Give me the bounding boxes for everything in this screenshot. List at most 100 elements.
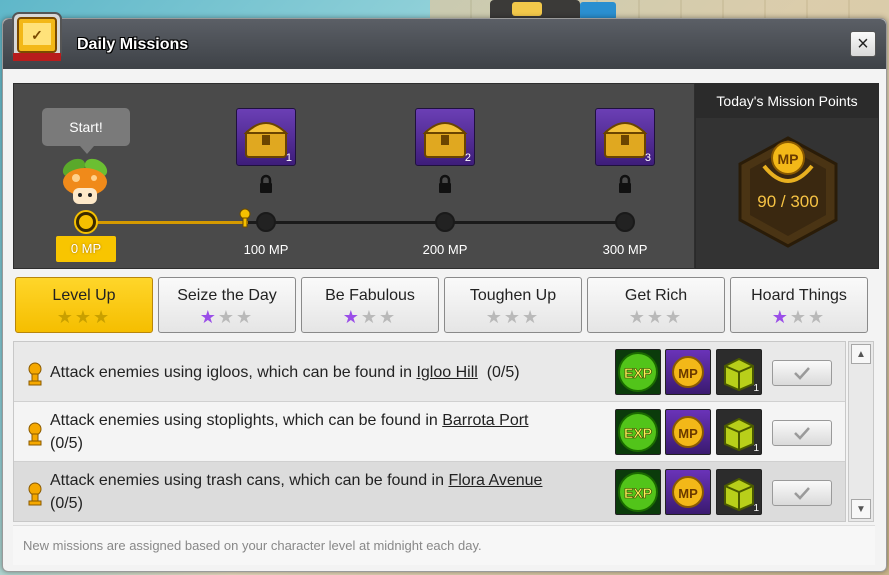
difficulty-stars: ★★★ (16, 308, 152, 326)
scroll-down-button[interactable]: ▼ (851, 499, 871, 519)
progress-line-filled (86, 221, 248, 224)
tab-label: Be Fabulous (325, 287, 415, 304)
svg-text:✓: ✓ (31, 27, 43, 43)
current-mp-label: 0 MP (56, 236, 116, 262)
difficulty-stars: ★★★ (731, 308, 867, 326)
close-icon: × (857, 32, 869, 55)
scroll-up-button[interactable]: ▲ (851, 344, 871, 364)
exp-label: EXP (624, 365, 652, 381)
chevron-down-icon: ▼ (856, 503, 866, 515)
milestone-node-3 (615, 212, 635, 232)
exp-icon: EXP (618, 472, 658, 512)
complete-mission-button[interactable] (772, 420, 832, 446)
trophy-icon (28, 482, 42, 506)
complete-mission-button[interactable] (772, 480, 832, 506)
background-towel (512, 2, 542, 16)
mission-list: Attack enemies using igloos, which can b… (13, 341, 846, 522)
milestone-label-2: 200 MP (422, 242, 468, 257)
tab-label: Toughen Up (469, 287, 557, 304)
daily-missions-window: ✓ Daily Missions × Start! 0 MP 1 100 MP … (2, 12, 887, 572)
mp-label: MP (678, 426, 698, 441)
trophy-icon (28, 362, 42, 386)
exp-icon: EXP (618, 352, 658, 392)
mission-text: Attack enemies using trash cans, which c… (50, 472, 449, 489)
reward-chest-1[interactable]: 1 (236, 108, 296, 166)
tab-label: Level Up (52, 287, 116, 304)
start-node (76, 212, 96, 232)
exp-reward: EXP (615, 469, 661, 515)
mushroom-mascot-icon (62, 158, 108, 204)
reward-count: 1 (753, 443, 759, 454)
milestone-label-3: 300 MP (602, 242, 648, 257)
reward-count: 1 (753, 383, 759, 394)
mission-row: Attack enemies using trash cans, which c… (14, 462, 845, 521)
checkmark-icon (794, 367, 810, 380)
chest-number: 3 (644, 152, 651, 164)
mission-description: Attack enemies using trash cans, which c… (50, 469, 550, 515)
mp-reward: MP (665, 469, 711, 515)
mission-progress: (0/5) (50, 435, 83, 452)
todays-mission-points-panel: Today's Mission Points MP 90 / 300 (695, 83, 879, 269)
tab-hoard-things[interactable]: Hoard Things ★★★ (730, 277, 868, 333)
tab-level-up[interactable]: Level Up ★★★ (15, 277, 153, 333)
mission-row: Attack enemies using stoplights, which c… (14, 402, 845, 462)
mp-reward: MP (665, 409, 711, 455)
star-icon: ★★ (217, 307, 255, 327)
reward-count: 1 (753, 503, 759, 514)
star-icon: ★★ (360, 307, 398, 327)
window-title: Daily Missions (77, 36, 189, 53)
exp-label: EXP (624, 485, 652, 501)
mission-text: Attack enemies using stoplights, which c… (50, 412, 443, 429)
mp-badge-icon: MP (672, 476, 704, 508)
mp-badge-icon: MP (672, 416, 704, 448)
mission-description: Attack enemies using stoplights, which c… (50, 409, 550, 455)
mission-location-link[interactable]: Flora Avenue (448, 472, 542, 489)
close-button[interactable]: × (850, 31, 876, 57)
star-icon: ★★★ (56, 307, 112, 327)
tab-label: Hoard Things (751, 287, 847, 304)
title-bar: ✓ Daily Missions × (3, 12, 886, 69)
mission-location-link[interactable]: Igloo Hill (416, 364, 477, 381)
tab-toughen-up[interactable]: Toughen Up ★★★ (444, 277, 582, 333)
difficulty-stars: ★★★ (159, 308, 295, 326)
tab-label: Seize the Day (177, 287, 277, 304)
milestone-node-1 (256, 212, 276, 232)
complete-mission-button[interactable] (772, 360, 832, 386)
mission-progress: (0/5) (486, 364, 520, 381)
tab-be-fabulous[interactable]: Be Fabulous ★★★ (301, 277, 439, 333)
star-icon: ★ (199, 307, 218, 327)
exp-reward: EXP (615, 409, 661, 455)
mission-text: Attack enemies using igloos, which can b… (50, 364, 417, 381)
trophy-icon (28, 422, 42, 446)
mission-book-icon: ✓ (12, 12, 62, 61)
start-label: Start! (69, 119, 103, 135)
mp-reward: MP (665, 349, 711, 395)
chevron-up-icon: ▲ (856, 348, 866, 360)
star-icon: ★★★ (485, 307, 541, 327)
mission-location-link[interactable]: Barrota Port (442, 412, 528, 429)
points-header: Today's Mission Points (696, 84, 878, 118)
chest-number: 1 (285, 152, 292, 164)
lock-icon (619, 174, 631, 193)
key-icon (239, 208, 251, 228)
exp-reward: EXP (615, 349, 661, 395)
reward-chest-3[interactable]: 3 (595, 108, 655, 166)
mission-progress-track: Start! 0 MP 1 100 MP 2 200 MP 3 300 MP (13, 83, 695, 269)
checkmark-icon (794, 487, 810, 500)
star-icon: ★ (771, 307, 790, 327)
mission-list-scrollbar[interactable]: ▲ ▼ (848, 341, 874, 522)
mp-emblem-icon: MP (738, 136, 838, 248)
difficulty-stars: ★★★ (302, 308, 438, 326)
star-icon: ★★ (789, 307, 827, 327)
mp-badge-icon: MP (672, 356, 704, 388)
mission-progress: (0/5) (50, 495, 83, 512)
start-bubble: Start! (42, 108, 130, 154)
lock-icon (439, 174, 451, 193)
tab-seize-the-day[interactable]: Seize the Day ★★★ (158, 277, 296, 333)
reward-chest-2[interactable]: 2 (415, 108, 475, 166)
mission-description: Attack enemies using igloos, which can b… (50, 361, 590, 384)
milestone-label-1: 100 MP (243, 242, 289, 257)
mission-category-tabs: Level Up ★★★ Seize the Day ★★★ Be Fabulo… (15, 277, 875, 335)
mp-label: MP (678, 486, 698, 501)
tab-get-rich[interactable]: Get Rich ★★★ (587, 277, 725, 333)
